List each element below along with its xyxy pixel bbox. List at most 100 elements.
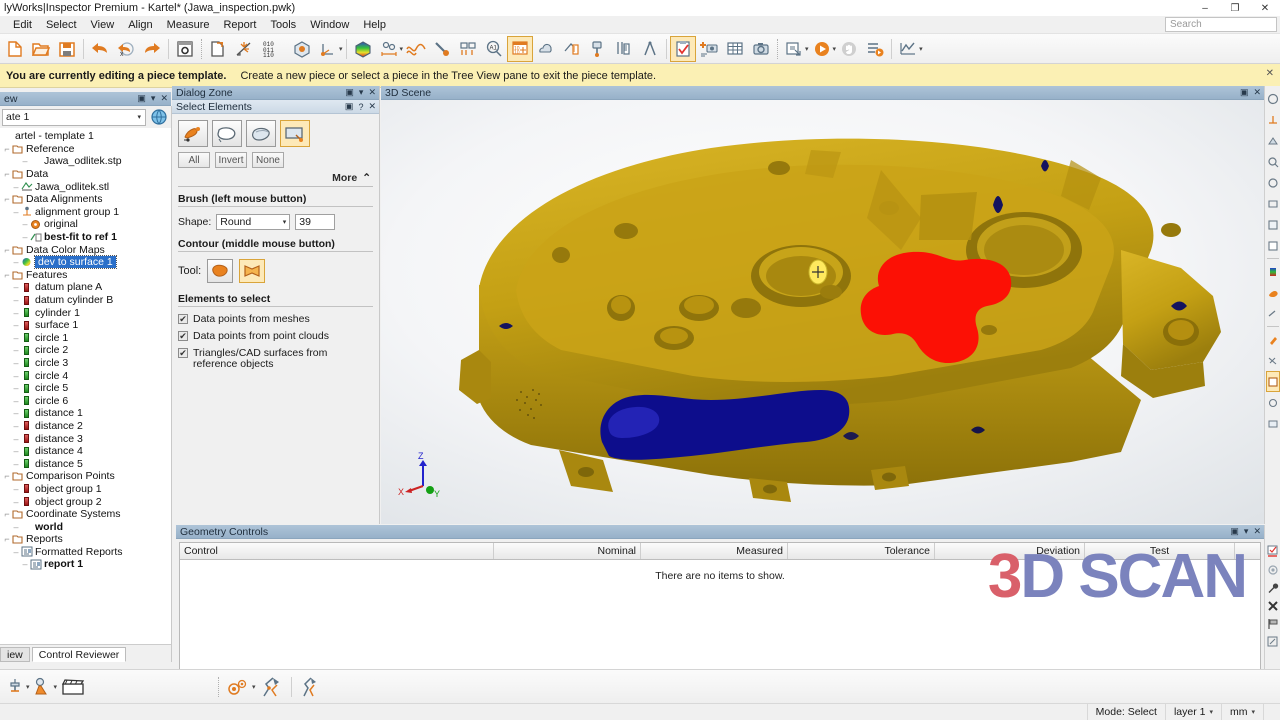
contour-open-tool-button[interactable] — [239, 259, 265, 283]
tree-expander[interactable]: ⌐ — [3, 270, 11, 280]
tree-expander[interactable]: – — [12, 408, 20, 418]
select-rectangle-mode-button[interactable] — [280, 120, 310, 147]
tree-expander[interactable]: ⌐ — [3, 169, 11, 179]
refresh-icon[interactable] — [1266, 561, 1280, 579]
menu-item-measure[interactable]: Measure — [160, 18, 217, 32]
tree-expander[interactable]: ⌐ — [3, 534, 11, 544]
column-header-control[interactable]: Control — [180, 543, 494, 559]
tree-expander[interactable]: – — [12, 182, 20, 192]
coordinate-system-icon[interactable] — [315, 36, 341, 62]
select-all-button[interactable]: All — [178, 152, 210, 168]
tree-expander[interactable]: ⌐ — [3, 245, 11, 255]
tree-expander[interactable]: – — [12, 383, 20, 393]
tree-expander[interactable]: – — [12, 421, 20, 431]
tree-node[interactable]: –distance 2 — [0, 420, 171, 433]
tree-node[interactable]: –report 1 — [0, 558, 171, 571]
play-icon[interactable] — [809, 36, 835, 62]
close-icon[interactable]: ✕ — [1253, 87, 1261, 98]
tree-expander[interactable]: – — [12, 484, 20, 494]
tree-expander[interactable]: – — [12, 295, 20, 305]
tree-expander[interactable]: ⌐ — [3, 194, 11, 204]
tree-node[interactable]: –datum plane A — [0, 281, 171, 294]
pan-view-icon[interactable] — [1266, 172, 1280, 193]
tree-node[interactable]: –Jawa_odlitek.stl — [0, 180, 171, 193]
perspective-icon[interactable] — [1266, 193, 1280, 214]
print-report-icon[interactable] — [781, 36, 807, 62]
tree-node[interactable]: –circle 5 — [0, 382, 171, 395]
select-polygonal-mode-button[interactable] — [212, 120, 242, 147]
tree-expander[interactable]: – — [21, 559, 29, 569]
chart-icon[interactable] — [895, 36, 921, 62]
scan-icon[interactable] — [231, 36, 257, 62]
tree-expander[interactable]: – — [12, 333, 20, 343]
menu-item-help[interactable]: Help — [356, 18, 393, 32]
checkbox-triangles-cad-surfaces[interactable]: ✔ Triangles/CAD surfaces from reference … — [178, 348, 373, 370]
close-icon[interactable]: ✕ — [160, 93, 168, 104]
zoom-fit-icon[interactable] — [1266, 151, 1280, 172]
select-invert-button[interactable]: Invert — [215, 152, 247, 168]
add-snapshot-icon[interactable] — [696, 36, 722, 62]
gauge-icon[interactable] — [585, 36, 611, 62]
checkbox-data-points-point-clouds[interactable]: ✔ Data points from point clouds — [178, 331, 373, 342]
tree-node[interactable]: –alignment group 1 — [0, 206, 171, 219]
tree-expander[interactable]: – — [21, 219, 29, 229]
menu-item-report[interactable]: Report — [216, 18, 263, 32]
help-icon[interactable]: ? — [358, 102, 363, 112]
tree-node[interactable]: –circle 1 — [0, 332, 171, 345]
status-resize-grip[interactable] — [1263, 704, 1280, 720]
tree-node[interactable]: –dev to surface 1 — [0, 256, 171, 269]
tree-expander[interactable]: – — [12, 459, 20, 469]
tree-node[interactable]: –distance 4 — [0, 445, 171, 458]
piece-selector-dropdown[interactable]: ate 1 ▾ — [2, 109, 146, 126]
color-map-icon[interactable] — [350, 36, 376, 62]
table-icon[interactable] — [722, 36, 748, 62]
playlist-icon[interactable] — [862, 36, 888, 62]
pin-icon[interactable]: ▣ — [137, 93, 146, 104]
pin-icon[interactable]: ▣ — [1230, 526, 1239, 537]
stop-hand-icon[interactable] — [836, 36, 862, 62]
tree-node[interactable]: –object group 1 — [0, 483, 171, 496]
close-icon[interactable]: ✕ — [1253, 526, 1261, 537]
close-icon[interactable]: ✕ — [368, 87, 376, 98]
edit-controls-icon[interactable] — [1266, 543, 1280, 561]
brush-size-input[interactable]: 39 — [295, 214, 335, 230]
active-tool-icon[interactable] — [1266, 371, 1280, 392]
menu-item-edit[interactable]: Edit — [6, 18, 39, 32]
menu-item-tools[interactable]: Tools — [264, 18, 304, 32]
more-options-toggle[interactable]: More ⌃ — [178, 172, 371, 184]
chevron-down-icon[interactable]: ▾ — [151, 93, 156, 104]
tree-expander[interactable]: ⌐ — [3, 471, 11, 481]
menu-item-select[interactable]: Select — [39, 18, 84, 32]
tree-node[interactable]: –object group 2 — [0, 495, 171, 508]
tree-node[interactable]: –circle 3 — [0, 357, 171, 370]
probe-device-icon[interactable] — [1266, 350, 1280, 371]
tree-expander[interactable]: – — [21, 156, 29, 166]
paint-tool-icon[interactable] — [1266, 329, 1280, 350]
tree-expander[interactable]: ⌐ — [3, 509, 11, 519]
tree-expander[interactable]: – — [12, 547, 20, 557]
tree-node[interactable]: ⌐Reports — [0, 533, 171, 546]
tree-node[interactable]: –distance 1 — [0, 407, 171, 420]
new-icon[interactable] — [2, 36, 28, 62]
clip-plane-icon[interactable] — [1266, 214, 1280, 235]
chevron-down-icon[interactable]: ▾ — [1244, 526, 1249, 537]
status-units-selector[interactable]: mm ▾ — [1221, 704, 1263, 720]
new-piece-icon[interactable] — [205, 36, 231, 62]
tree-node[interactable]: –distance 3 — [0, 432, 171, 445]
tree-expander[interactable]: – — [21, 232, 29, 242]
color-scale-icon[interactable] — [1266, 261, 1280, 282]
object-icon[interactable] — [289, 36, 315, 62]
tree-node[interactable]: artel - template 1 — [0, 130, 171, 143]
tree-expander[interactable]: – — [12, 358, 20, 368]
menu-item-view[interactable]: View — [84, 18, 122, 32]
column-header-measured[interactable]: Measured — [641, 543, 788, 559]
compass-icon[interactable] — [637, 36, 663, 62]
scanner-device-icon[interactable] — [256, 674, 288, 700]
tree-node[interactable]: –Formatted Reports — [0, 546, 171, 559]
pin-icon[interactable]: ▣ — [345, 87, 354, 98]
measure-probe-icon[interactable] — [429, 36, 455, 62]
select-points-mode-button[interactable] — [178, 120, 208, 147]
tree-node[interactable]: –circle 6 — [0, 394, 171, 407]
tree-node[interactable]: ⌐Data — [0, 168, 171, 181]
tree-expander[interactable]: – — [12, 396, 20, 406]
